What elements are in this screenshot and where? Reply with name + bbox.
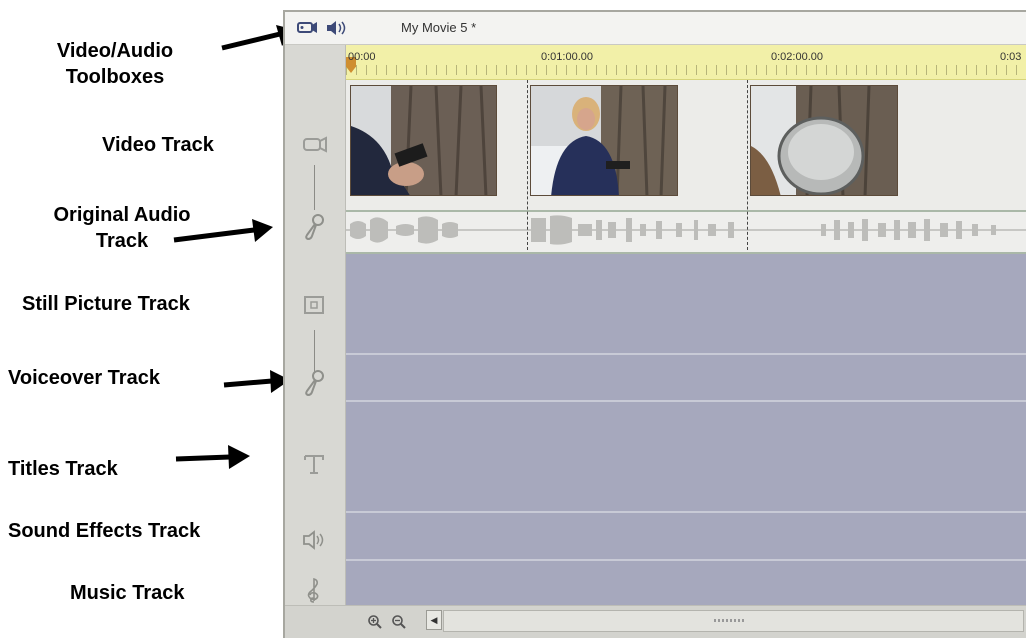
- still-picture-icon[interactable]: [299, 290, 329, 320]
- project-title: My Movie 5 *: [401, 20, 477, 35]
- label-music-track: Music Track: [70, 582, 185, 604]
- window-titlebar: My Movie 5 *: [285, 12, 1026, 45]
- timeline-bottom-bar: ◀: [285, 605, 1026, 638]
- clip-thumbnail: [751, 86, 897, 195]
- treble-clef-icon[interactable]: [299, 575, 329, 605]
- still-picture-track[interactable]: [346, 252, 1026, 353]
- arrow-voiceover: [223, 370, 290, 393]
- label-voiceover-track: Voiceover Track: [8, 367, 160, 389]
- ruler-label: 0:03: [1000, 51, 1022, 63]
- movie-editor-window: My Movie 5 * 00:00 0:01:00.00 0:02:00.00…: [283, 10, 1026, 638]
- clip-boundary-marker: [527, 80, 528, 250]
- microphone-icon[interactable]: [299, 211, 329, 241]
- clip-sap-bucket[interactable]: [750, 85, 898, 196]
- music-track[interactable]: [346, 561, 1026, 606]
- arrow-titles: [175, 445, 250, 469]
- horizontal-scrollbar[interactable]: [443, 610, 1024, 632]
- ruler-label: 0:01:00.00: [541, 51, 593, 63]
- label-toolboxes: Video/Audio Toolboxes: [56, 40, 174, 88]
- ruler-ticks: [346, 65, 1026, 75]
- titles-track[interactable]: [346, 402, 1026, 510]
- title-t-icon[interactable]: [299, 449, 329, 479]
- ruler-label: 00:00: [348, 51, 376, 63]
- clip-tree-drill[interactable]: [350, 85, 497, 196]
- track-divider-line: [314, 165, 315, 210]
- zoom-out-icon[interactable]: [391, 614, 407, 630]
- track-divider-line: [314, 330, 315, 372]
- video-track[interactable]: [346, 80, 1026, 210]
- scrollbar-grip[interactable]: [714, 619, 744, 622]
- voiceover-track[interactable]: [346, 355, 1026, 400]
- label-titles-track: Titles Track: [8, 458, 118, 480]
- sound-effects-track[interactable]: [346, 513, 1026, 558]
- time-ruler[interactable]: 00:00 0:01:00.00 0:02:00.00 0:03: [346, 45, 1026, 80]
- scroll-left-button[interactable]: ◀: [426, 610, 442, 630]
- clip-thumbnail: [351, 86, 496, 195]
- ruler-label: 0:02:00.00: [771, 51, 823, 63]
- microphone-icon[interactable]: [299, 367, 329, 397]
- original-audio-track[interactable]: [346, 210, 1026, 254]
- clip-woman-tapping[interactable]: [530, 85, 678, 196]
- camcorder-icon[interactable]: [299, 130, 329, 160]
- video-toolbox-icon[interactable]: [295, 19, 319, 37]
- timeline-area[interactable]: 00:00 0:01:00.00 0:02:00.00 0:03: [346, 45, 1026, 606]
- zoom-in-icon[interactable]: [367, 614, 383, 630]
- label-sound-effects-track: Sound Effects Track: [8, 520, 201, 542]
- audio-waveform: [346, 215, 1026, 245]
- track-header-gutter: [285, 45, 346, 606]
- clip-thumbnail: [531, 86, 677, 195]
- audio-toolbox-icon[interactable]: [325, 19, 349, 37]
- arrow-original-audio: [173, 219, 273, 243]
- clip-boundary-marker: [747, 80, 748, 250]
- speaker-icon[interactable]: [299, 525, 329, 555]
- label-still-picture-track: Still Picture Track: [22, 293, 190, 315]
- label-video-track: Video Track: [102, 134, 214, 156]
